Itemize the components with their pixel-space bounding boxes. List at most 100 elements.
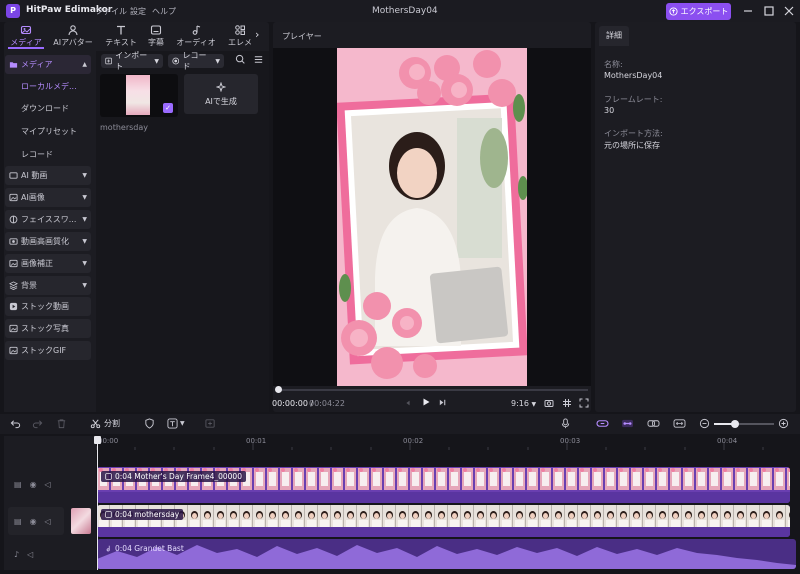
detail-import-value: 元の場所に保存 <box>604 141 660 150</box>
tab-element[interactable]: エレメ <box>225 24 255 48</box>
tab-media[interactable]: メディア <box>4 24 48 48</box>
sidebar-item-stock-gif[interactable]: ストックGIF <box>5 341 91 360</box>
link-icon[interactable] <box>621 418 634 432</box>
sidebar-group-ai-image-label: AI画像 <box>21 193 45 202</box>
text-tool-dropdown[interactable]: ▼ <box>167 418 185 429</box>
track-link-icon[interactable] <box>647 418 660 432</box>
sidebar-group-ai-video[interactable]: AI 動画 ▼ <box>5 166 91 185</box>
sidebar-item-my-preset[interactable]: マイプリセット <box>5 122 91 141</box>
detail-name-value: MothersDay04 <box>604 71 663 80</box>
seek-handle[interactable] <box>275 386 282 393</box>
photo-icon <box>9 324 18 333</box>
fullscreen-icon[interactable] <box>579 398 589 411</box>
add-media-icon[interactable] <box>205 418 216 432</box>
export-button[interactable]: エクスポート <box>666 3 731 20</box>
clip-audio-label: 0:04 Grandet Bast <box>101 543 188 554</box>
list-view-icon[interactable] <box>253 54 264 68</box>
sidebar-group-ai-image[interactable]: AI画像 ▼ <box>5 188 91 207</box>
undo-icon[interactable] <box>10 418 21 432</box>
record-label: レコード <box>182 51 207 71</box>
music-note-icon: ♪ <box>14 550 20 559</box>
aspect-ratio-select[interactable]: 9:16 ▼ <box>511 399 536 408</box>
app-logo-icon: P <box>6 4 20 18</box>
tab-ai-avatar[interactable]: AIアバター <box>51 24 95 48</box>
chevron-right-icon[interactable]: › <box>255 28 259 41</box>
eye-icon[interactable]: ◉ <box>30 480 37 489</box>
sidebar-group-media[interactable]: メディア ▲ <box>5 55 91 74</box>
zoom-out-icon[interactable] <box>699 418 710 432</box>
clip-audio[interactable] <box>97 539 796 569</box>
shield-icon[interactable] <box>144 418 155 432</box>
track-header-frame: ▤ ◉ ◁ <box>14 480 51 489</box>
speaker-icon[interactable]: ◁ <box>27 550 33 559</box>
sidebar-item-download[interactable]: ダウンロード <box>5 99 91 118</box>
cover-thumbnail[interactable] <box>71 508 91 534</box>
tab-subtitle[interactable]: 字幕 <box>134 24 178 48</box>
tab-audio[interactable]: オーディオ <box>174 24 218 48</box>
fit-timeline-icon[interactable] <box>673 418 686 432</box>
minimize-icon[interactable] <box>741 4 755 18</box>
prev-frame-icon[interactable] <box>404 399 412 410</box>
record-dropdown[interactable]: レコード ▼ <box>168 51 224 71</box>
magnet-snap-icon[interactable] <box>596 418 609 432</box>
chevron-down-icon: ▼ <box>82 194 87 201</box>
chevron-down-icon: ▼ <box>82 172 87 179</box>
sidebar-group-image-enhance[interactable]: 画像補正 ▼ <box>5 254 91 273</box>
menu-file[interactable]: ファイル <box>95 6 127 17</box>
video-clip-icon <box>105 511 112 518</box>
preview-frame[interactable] <box>337 48 527 386</box>
ai-avatar-icon <box>68 25 78 36</box>
close-icon[interactable] <box>782 4 796 18</box>
seek-bar[interactable] <box>276 389 588 391</box>
current-time: 00:00:00 / <box>272 399 313 408</box>
sidebar-item-record[interactable]: レコード <box>5 145 91 164</box>
audio-icon <box>192 25 201 35</box>
sidebar-group-upscale-label: 動画高画質化 <box>21 237 69 246</box>
split-label: 分割 <box>104 419 120 428</box>
tab-details[interactable]: 詳細 <box>599 26 629 46</box>
delete-icon[interactable] <box>56 418 67 432</box>
zoom-slider-handle[interactable] <box>731 420 739 428</box>
sidebar-item-stock-photo[interactable]: ストック写真 <box>5 319 91 338</box>
sidebar-group-face-swap[interactable]: フェイススワ... ▼ <box>5 210 91 229</box>
sidebar-group-ai-video-label: AI 動画 <box>21 171 48 180</box>
eye-icon[interactable]: ◉ <box>30 517 37 526</box>
total-time: 00:04:22 <box>309 399 345 408</box>
playhead-handle[interactable] <box>94 436 101 444</box>
track-header-audio: ♪ ◁ <box>14 550 33 559</box>
background-icon <box>9 281 18 290</box>
playhead[interactable] <box>97 436 98 570</box>
sidebar-item-local-media[interactable]: ローカルメデ... <box>5 77 91 96</box>
redo-icon[interactable] <box>32 418 43 432</box>
speaker-icon[interactable]: ◁ <box>45 517 51 526</box>
menu-help[interactable]: ヘルプ <box>152 6 176 17</box>
ruler-tick-4: 00:04 <box>717 437 738 445</box>
search-icon[interactable] <box>235 54 246 68</box>
maximize-icon[interactable] <box>762 4 776 18</box>
sidebar-group-media-label: メディア <box>21 60 53 69</box>
zoom-in-icon[interactable] <box>778 418 789 432</box>
microphone-icon[interactable] <box>560 418 571 432</box>
snapshot-icon[interactable] <box>544 398 554 411</box>
chevron-down-icon: ▼ <box>154 57 159 65</box>
menu-settings[interactable]: 設定 <box>130 6 146 17</box>
clip-video-text: 0:04 mothersday <box>115 510 180 519</box>
tab-element-label: エレメ <box>228 38 252 47</box>
split-button[interactable]: 分割 <box>90 418 120 429</box>
lock-icon[interactable]: ▤ <box>14 480 22 489</box>
clip-audio-text: 0:04 Grandet Bast <box>115 544 184 553</box>
ai-generate-button[interactable]: AIで生成 <box>184 74 258 114</box>
play-icon[interactable] <box>421 397 431 410</box>
next-frame-icon[interactable] <box>438 398 447 410</box>
ai-generate-label: AIで生成 <box>205 97 237 106</box>
chevron-up-icon: ▲ <box>82 61 87 68</box>
sidebar-group-upscale[interactable]: 動画高画質化 ▼ <box>5 232 91 251</box>
sidebar-item-stock-video[interactable]: ストック動画 <box>5 297 91 316</box>
clip-video[interactable] <box>97 505 790 537</box>
lock-icon[interactable]: ▤ <box>14 517 22 526</box>
check-icon[interactable]: ✓ <box>163 103 173 113</box>
grid-icon[interactable] <box>562 398 572 411</box>
speaker-icon[interactable]: ◁ <box>45 480 51 489</box>
sidebar-group-background[interactable]: 背景 ▼ <box>5 276 91 295</box>
import-dropdown[interactable]: インポート ▼ <box>101 51 163 71</box>
